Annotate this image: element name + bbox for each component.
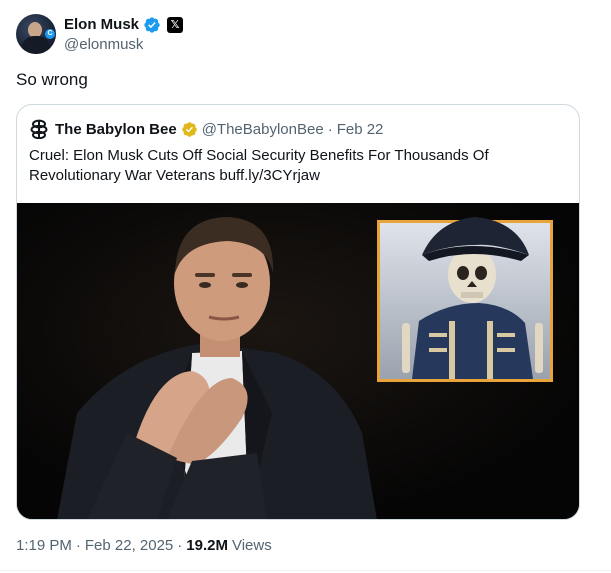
verified-badge-icon[interactable] — [143, 16, 161, 34]
meta-separator-1: · — [75, 537, 81, 554]
author-names: Elon Musk 𝕏 @elonmusk — [64, 16, 184, 53]
avatar[interactable]: C — [16, 14, 56, 54]
quoted-date[interactable]: Feb 22 — [337, 121, 384, 138]
quoted-separator: · — [327, 120, 333, 138]
author-handle[interactable]: @elonmusk — [64, 36, 183, 53]
quoted-header: The Babylon Bee @TheBabylonBee · Feb 22 — [29, 119, 383, 139]
quoted-tweet[interactable]: The Babylon Bee @TheBabylonBee · Feb 22 … — [16, 104, 580, 520]
meta-separator-2: · — [177, 537, 183, 554]
tweet-text: So wrong — [16, 70, 88, 89]
divider — [0, 570, 611, 571]
quoted-media-image[interactable] — [17, 203, 579, 519]
author-display-name[interactable]: Elon Musk — [64, 16, 139, 33]
x-logo-icon[interactable]: 𝕏 — [167, 16, 184, 33]
quoted-handle[interactable]: @TheBabylonBee — [202, 121, 324, 138]
tweet-header: C Elon Musk 𝕏 @elonmusk — [16, 12, 596, 56]
quoted-display-name[interactable]: The Babylon Bee — [55, 121, 177, 138]
gold-verified-badge-icon[interactable] — [181, 121, 198, 138]
babylon-bee-logo-icon — [30, 119, 48, 139]
views-label: Views — [231, 537, 272, 554]
media-illustration — [17, 203, 579, 519]
tweet-time[interactable]: 1:19 PM — [16, 537, 72, 554]
tweet-date[interactable]: Feb 22, 2025 — [85, 537, 173, 554]
name-row: Elon Musk 𝕏 — [64, 16, 184, 34]
tweet-meta: 1:19 PM · Feb 22, 2025 · 19.2M Views — [16, 537, 272, 554]
views-count: 19.2M — [186, 537, 228, 554]
quoted-text: Cruel: Elon Musk Cuts Off Social Securit… — [29, 147, 489, 184]
